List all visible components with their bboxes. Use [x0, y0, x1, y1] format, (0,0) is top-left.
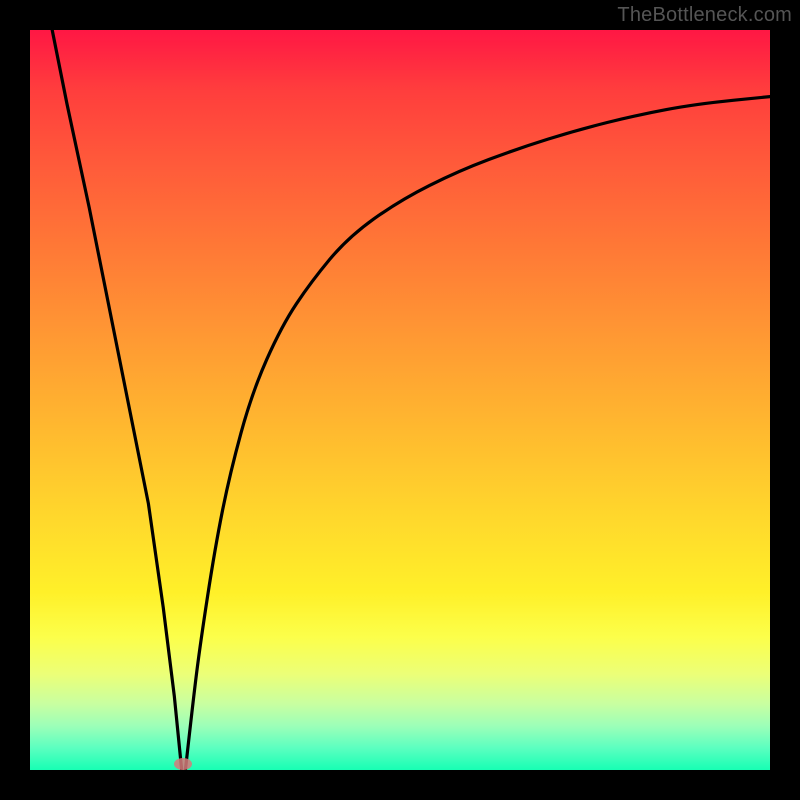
curve-svg: [30, 30, 770, 770]
curve-left-branch: [52, 30, 182, 770]
watermark-text: TheBottleneck.com: [617, 4, 792, 27]
bottleneck-marker: [174, 758, 192, 770]
curve-right-branch: [185, 97, 770, 770]
chart-frame: TheBottleneck.com: [0, 0, 800, 800]
plot-area: [30, 30, 770, 770]
